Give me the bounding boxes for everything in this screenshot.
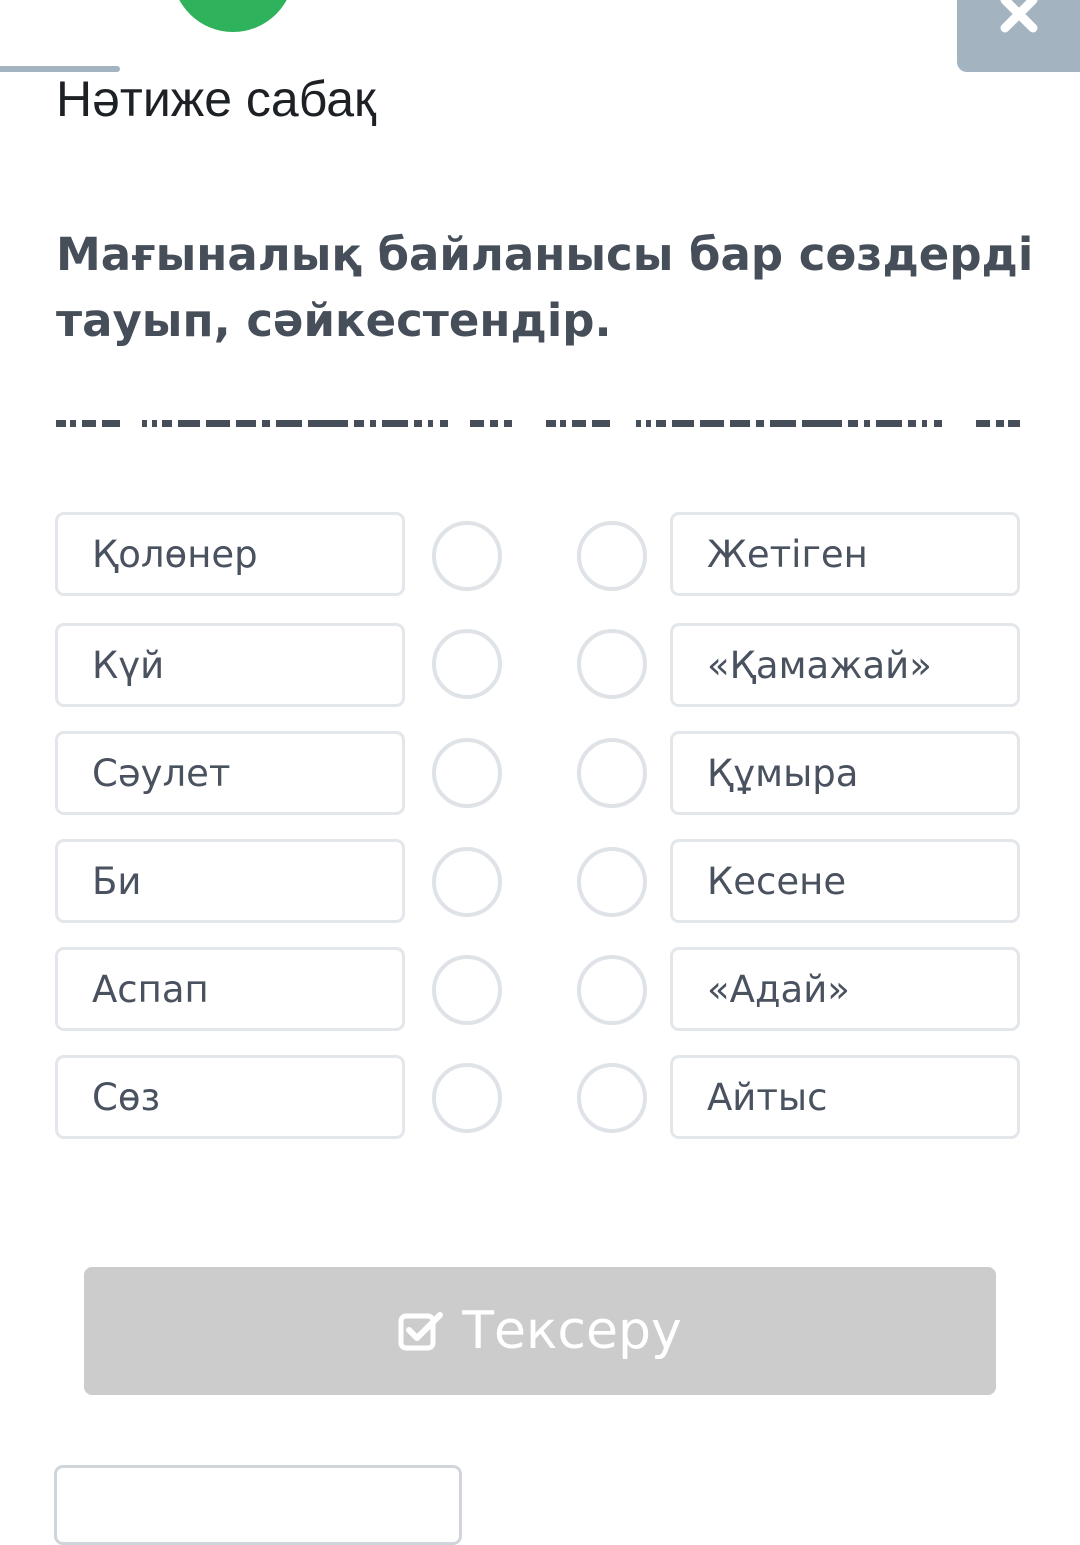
- status-indicator: [172, 0, 294, 32]
- right-connector-1[interactable]: [577, 521, 647, 591]
- close-icon: [1000, 0, 1037, 33]
- close-button[interactable]: [957, 0, 1080, 72]
- left-item-5[interactable]: Аспап: [55, 947, 405, 1031]
- bottom-card[interactable]: [54, 1465, 462, 1545]
- check-button-label: Тексеру: [462, 1301, 682, 1361]
- left-connector-4[interactable]: [432, 847, 502, 917]
- divider-left: [56, 417, 516, 429]
- right-connector-6[interactable]: [577, 1063, 647, 1133]
- right-item-4[interactable]: Кесене: [670, 839, 1020, 923]
- left-item-2[interactable]: Күй: [55, 623, 405, 707]
- right-connector-4[interactable]: [577, 847, 647, 917]
- left-connector-6[interactable]: [432, 1063, 502, 1133]
- left-connector-5[interactable]: [432, 955, 502, 1025]
- right-item-1[interactable]: Жетіген: [670, 512, 1020, 596]
- question-text: Мағыналық байланысы бар сөздерді тауып, …: [56, 228, 1034, 347]
- left-item-3[interactable]: Сәулет: [55, 731, 405, 815]
- right-connector-5[interactable]: [577, 955, 647, 1025]
- left-item-6[interactable]: Сөз: [55, 1055, 405, 1139]
- left-item-4[interactable]: Би: [55, 839, 405, 923]
- divider-right: [546, 417, 1022, 429]
- left-connector-2[interactable]: [432, 629, 502, 699]
- check-button[interactable]: Тексеру: [84, 1267, 996, 1395]
- left-connector-1[interactable]: [432, 521, 502, 591]
- left-connector-3[interactable]: [432, 738, 502, 808]
- right-item-5[interactable]: «Адай»: [670, 947, 1020, 1031]
- checkbox-icon: [398, 1312, 444, 1351]
- right-item-3[interactable]: Құмыра: [670, 731, 1020, 815]
- left-item-1[interactable]: Қолөнер: [55, 512, 405, 596]
- right-connector-3[interactable]: [577, 738, 647, 808]
- right-item-6[interactable]: Айтыс: [670, 1055, 1020, 1139]
- right-connector-2[interactable]: [577, 629, 647, 699]
- right-item-2[interactable]: «Қамажай»: [670, 623, 1020, 707]
- page-title: Нәтиже сабақ: [56, 71, 376, 127]
